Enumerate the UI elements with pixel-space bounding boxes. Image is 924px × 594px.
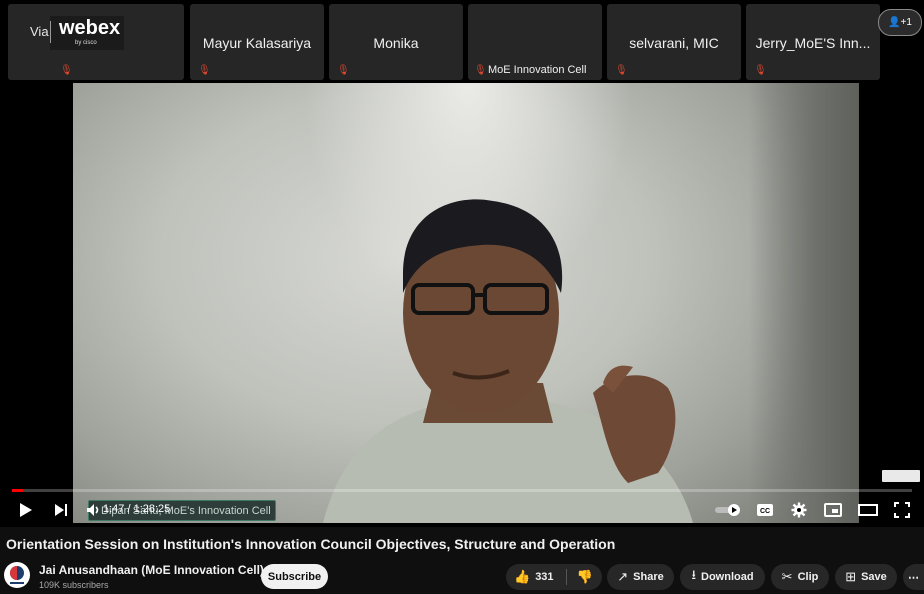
video-title: Orientation Session on Institution's Inn… [6,536,616,552]
settings-button[interactable] [788,495,810,525]
scissors-icon: ✂ [781,569,793,584]
participant-name: MoE Innovation Cell [488,64,587,76]
dislike-button[interactable]: 👎 [568,564,602,590]
share-button[interactable]: ↗ Share [607,564,674,590]
thumbs-up-icon[interactable]: 👍 [514,569,530,585]
subscriber-count: 109K subscribers [39,580,109,590]
next-icon [55,504,67,516]
channel-name[interactable]: Jai Anusandhaan (MoE Innovation Cell) [39,563,264,577]
save-playlist-icon: ⊞ [845,569,857,584]
participant-tile: Jerry_MoE'S Inn... 🎙 [746,4,880,80]
save-button[interactable]: ⊞ Save [835,564,897,590]
gear-icon [791,502,807,518]
mic-muted-icon: 🎙 [198,65,211,76]
thumbs-down-icon: 👎 [576,569,594,584]
download-button[interactable]: ⭳ Download [680,564,765,590]
miniplayer-button[interactable] [822,495,844,525]
more-actions-button[interactable]: ⋯ [903,564,924,590]
clip-label: Clip [797,571,819,583]
mic-muted-icon: 🎙 [60,65,73,76]
speaker-video-feed [73,83,859,523]
video-player[interactable]: a 🎙 Via webex by cisco Mayur Kalasariya … [0,0,924,527]
participant-tile: selvarani, MIC 🎙 [607,4,741,80]
volume-icon [87,504,99,516]
mic-muted-icon: 🎙 [474,65,487,76]
channel-logo [10,566,24,584]
participants-count: +1 [900,17,912,28]
autoplay-toggle[interactable] [713,495,743,525]
participant-name: selvarani, MIC [629,35,719,51]
theater-icon [858,504,878,516]
mic-muted-icon: 🎙 [337,65,350,76]
share-icon: ↗ [617,569,629,584]
autoplay-icon [715,504,740,516]
participants-button[interactable]: 👤 +1 [878,9,922,36]
person-icon: 👤 [888,17,901,28]
channel-avatar[interactable] [4,562,30,588]
subscribe-button[interactable]: Subscribe [261,564,328,589]
miniplayer-icon [824,503,842,517]
progress-bar[interactable] [12,489,912,492]
webex-logo: webex by cisco [50,16,124,50]
clip-button[interactable]: ✂ Clip [771,564,829,590]
download-label: Download [701,571,754,583]
like-count[interactable]: 331 [535,571,553,583]
captions-icon: CC [757,504,773,516]
participant-tile: Mayur Kalasariya 🎙 [190,4,324,80]
like-divider [566,569,567,585]
participant-name: Monika [373,35,419,51]
more-icon: ⋯ [908,571,919,584]
participant-name: Mayur Kalasariya [202,35,312,51]
captions-button[interactable]: CC [754,495,776,525]
progress-played [12,489,23,492]
fullscreen-icon [894,502,910,518]
via-label: Via [30,24,49,39]
mic-muted-icon: 🎙 [754,65,767,76]
fullscreen-button[interactable] [890,495,914,525]
channel-watermark[interactable] [882,470,920,482]
next-button[interactable] [50,495,72,525]
participant-name: Jerry_MoE'S Inn... [755,35,871,51]
speaker-figure [323,199,693,523]
volume-button[interactable] [84,495,104,525]
svg-text:CC: CC [760,508,770,515]
play-button[interactable] [14,495,38,525]
theater-mode-button[interactable] [856,495,880,525]
mic-muted-icon: 🎙 [615,65,628,76]
participant-tile: 🎙 MoE Innovation Cell [468,4,602,80]
time-display: 1:47 / 1:28:25 [103,503,171,515]
download-icon: ⭳ [691,567,696,582]
participant-tile: Monika 🎙 [329,4,463,80]
share-label: Share [633,571,664,583]
save-label: Save [861,571,887,583]
play-icon [20,503,32,517]
